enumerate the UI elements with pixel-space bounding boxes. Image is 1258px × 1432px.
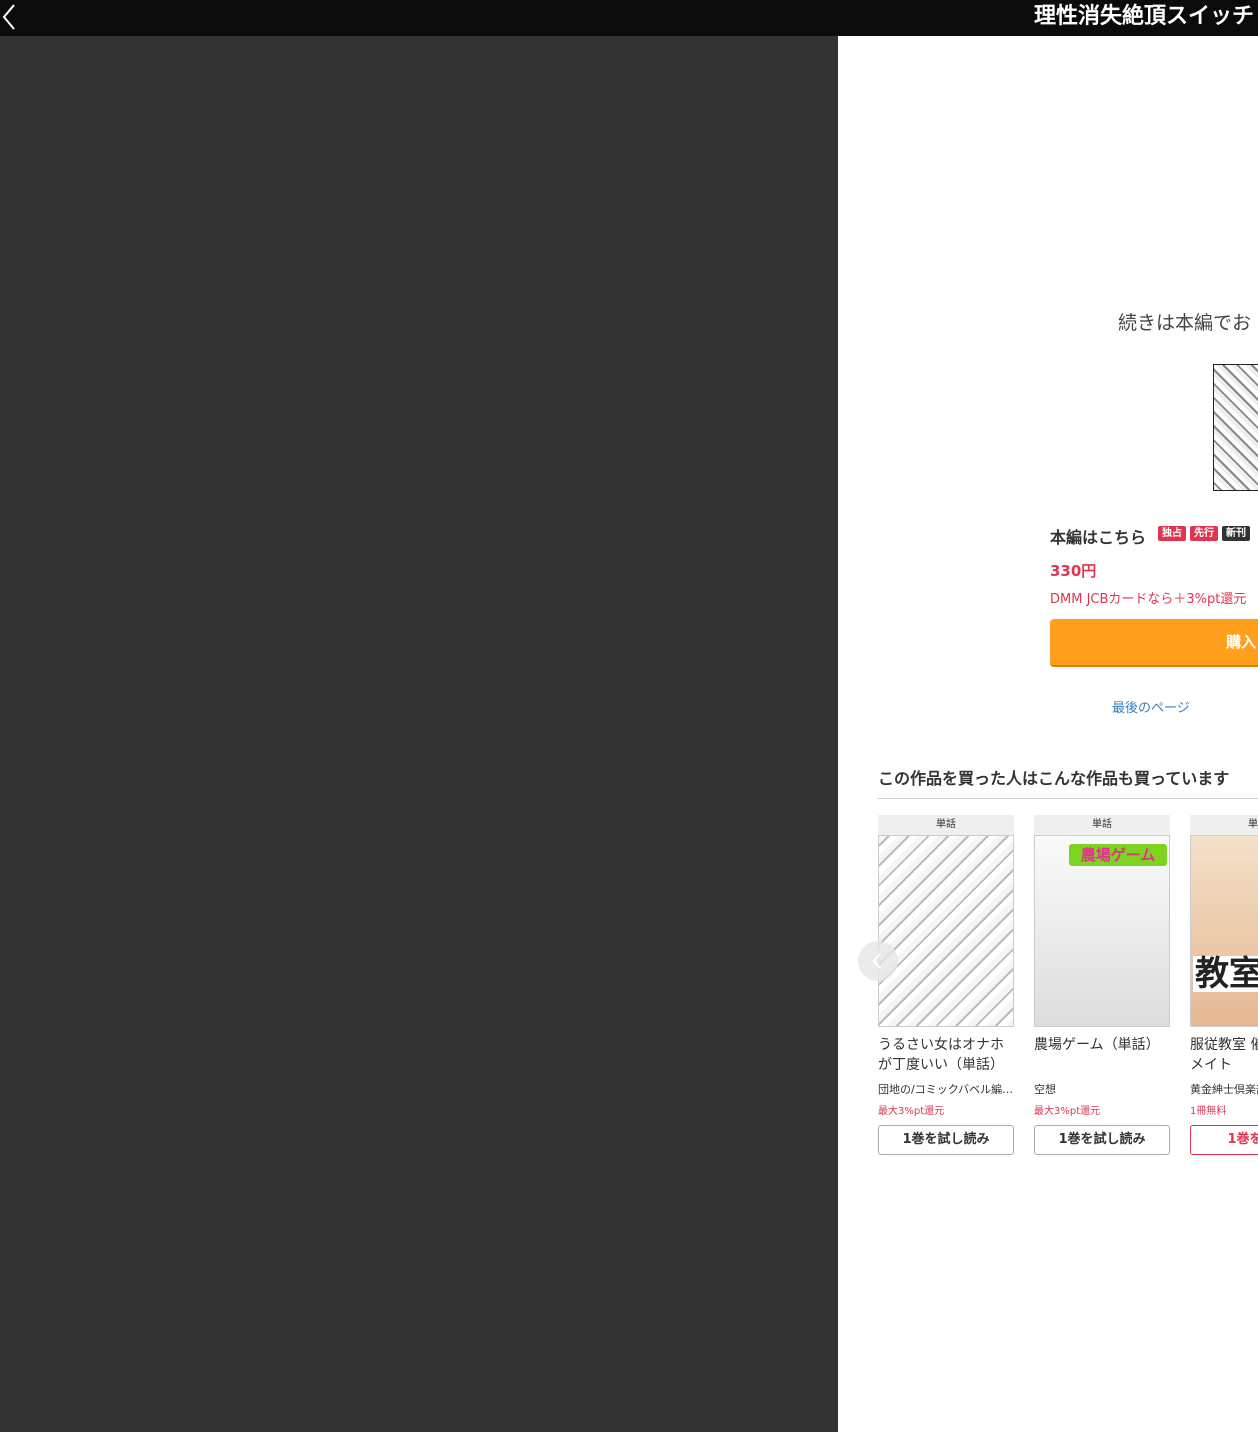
recommendation-card[interactable]: 単話 農場ゲーム 農場ゲーム（単話） 空想 最大3%pt還元 1巻を試し読み bbox=[1034, 815, 1170, 1155]
cover-image[interactable]: 農場ゲーム bbox=[1034, 835, 1170, 1027]
divider bbox=[878, 798, 1258, 799]
viewer-page-right: 続きは本編でお 本編はこちら 独占 先行 新刊 330円 DMM JCBカードな… bbox=[838, 36, 1258, 1432]
card-author: 空想 bbox=[1034, 1083, 1056, 1096]
badge-new: 新刊 bbox=[1222, 526, 1250, 541]
card-author: 黄金紳士倶楽部 bbox=[1190, 1083, 1258, 1096]
cover-kanji: 教室 bbox=[1193, 956, 1258, 992]
back-button[interactable] bbox=[0, 0, 20, 36]
last-page-link[interactable]: 最後のページ bbox=[1112, 697, 1190, 716]
cover-image[interactable] bbox=[878, 835, 1014, 1027]
chevron-left-icon bbox=[2, 4, 15, 30]
card-author: 団地の/コミックバベル編集部 bbox=[878, 1083, 1014, 1096]
free-read-button[interactable]: 1巻を無料 bbox=[1190, 1125, 1258, 1155]
chevron-left-icon bbox=[872, 953, 881, 969]
buy-button[interactable]: 購入 bbox=[1050, 619, 1258, 665]
type-label: 単話 bbox=[1034, 815, 1170, 835]
card-point: 最大3%pt還元 bbox=[1034, 1106, 1101, 1117]
buy-button-label: 購入 bbox=[1226, 633, 1257, 651]
continue-message: 続きは本編でお bbox=[1118, 312, 1252, 334]
badge-group: 独占 先行 新刊 bbox=[1158, 526, 1250, 541]
recommendation-card[interactable]: 単話 教室 服従教室 催眠クラスメイト 黄金紳士倶楽部 1冊無料 1巻を無料 bbox=[1190, 815, 1258, 1155]
card-point: 最大3%pt還元 bbox=[878, 1106, 945, 1117]
card-title[interactable]: 農場ゲーム（単話） bbox=[1034, 1035, 1170, 1075]
cover-image[interactable]: 教室 bbox=[1190, 835, 1258, 1027]
trial-read-button[interactable]: 1巻を試し読み bbox=[878, 1125, 1014, 1155]
main-volume-label: 本編はこちら bbox=[1050, 528, 1147, 547]
type-label: 単話 bbox=[1190, 815, 1258, 835]
recommendations-heading: この作品を買った人はこんな作品も買っています bbox=[878, 769, 1230, 788]
card-point: 1冊無料 bbox=[1190, 1106, 1227, 1117]
main-cover-thumbnail[interactable] bbox=[1213, 364, 1258, 491]
page-title: 理性消失絶頂スイッチ bbox=[1034, 4, 1255, 29]
badge-exclusive: 独占 bbox=[1158, 526, 1186, 541]
carousel-prev-button[interactable] bbox=[858, 941, 898, 981]
viewer-page-left[interactable] bbox=[0, 36, 838, 1432]
top-bar: 理性消失絶頂スイッチ bbox=[0, 0, 1258, 36]
price: 330円 bbox=[1050, 562, 1097, 580]
card-title[interactable]: うるさい女はオナホが丁度いい（単話） bbox=[878, 1035, 1014, 1075]
card-point-note: DMM JCBカードなら＋3%pt還元 bbox=[1050, 592, 1247, 607]
trial-read-button[interactable]: 1巻を試し読み bbox=[1034, 1125, 1170, 1155]
badge-early: 先行 bbox=[1190, 526, 1218, 541]
cover-logo: 農場ゲーム bbox=[1069, 844, 1167, 866]
recommendation-card[interactable]: 単話 うるさい女はオナホが丁度いい（単話） 団地の/コミックバベル編集部 最大3… bbox=[878, 815, 1014, 1155]
type-label: 単話 bbox=[878, 815, 1014, 835]
card-title[interactable]: 服従教室 催眠クラスメイト bbox=[1190, 1035, 1258, 1075]
